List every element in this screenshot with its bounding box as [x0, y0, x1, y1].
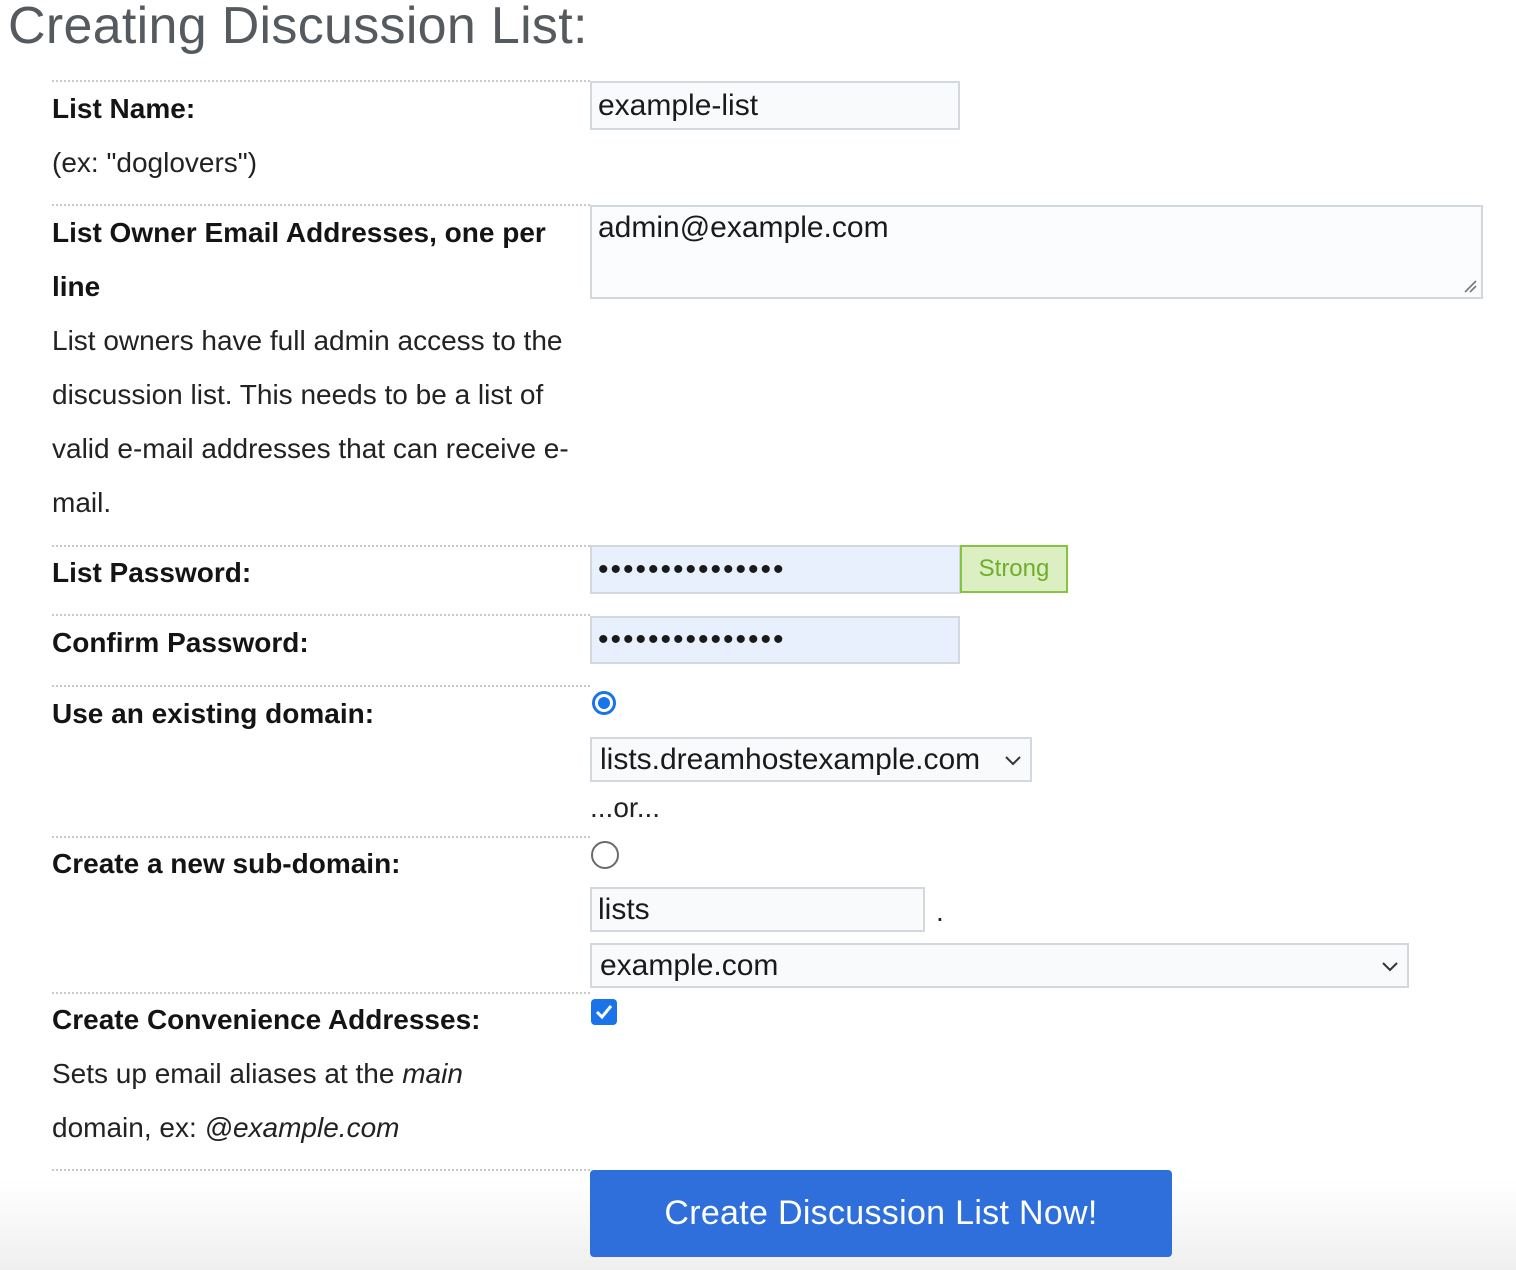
parent-domain-value: example.com [600, 948, 779, 982]
page-title: Creating Discussion List: [8, 0, 588, 55]
list-owners-textarea[interactable]: admin@example.com [590, 205, 1483, 299]
chevron-down-icon [1005, 755, 1021, 765]
new-subdomain-radio[interactable] [591, 841, 619, 869]
list-owners-label: List Owner Email Addresses, one per line [52, 217, 546, 302]
or-separator: ...or... [590, 792, 661, 823]
password-strength-badge: Strong [960, 545, 1068, 593]
confirm-password-label: Confirm Password: [52, 627, 309, 658]
list-name-help: (ex: "doglovers") [52, 147, 258, 178]
create-list-button[interactable]: Create Discussion List Now! [590, 1170, 1172, 1257]
convenience-help-em: main [402, 1058, 463, 1089]
list-owners-help: List owners have full admin access to th… [52, 325, 569, 518]
divider [52, 1169, 590, 1171]
parent-domain-select[interactable]: example.com [590, 943, 1409, 988]
list-password-input[interactable]: ••••••••••••••• [590, 545, 961, 594]
subdomain-dot: . [936, 896, 944, 927]
existing-domain-radio[interactable] [592, 691, 616, 715]
checkmark-icon [595, 1005, 613, 1020]
list-password-label: List Password: [52, 557, 252, 588]
list-name-input[interactable]: example-list [590, 81, 960, 130]
chevron-down-icon [1382, 961, 1398, 971]
resize-handle-icon[interactable] [1463, 279, 1477, 293]
list-name-label: List Name: [52, 93, 196, 124]
subdomain-input[interactable]: lists [590, 887, 925, 932]
convenience-help-line2: domain, ex: @example.com [52, 1101, 399, 1155]
convenience-help-example: @example.com [204, 1112, 400, 1143]
confirm-password-input[interactable]: ••••••••••••••• [590, 616, 960, 664]
new-subdomain-label: Create a new sub-domain: [52, 848, 401, 879]
existing-domain-label: Use an existing domain: [52, 698, 375, 729]
existing-domain-select[interactable]: lists.dreamhostexample.com [590, 737, 1032, 782]
convenience-help: Sets up email aliases at the main [52, 1047, 463, 1101]
convenience-help-text: Sets up email aliases at the [52, 1058, 403, 1089]
convenience-checkbox[interactable] [591, 999, 617, 1025]
convenience-label: Create Convenience Addresses: [52, 1004, 481, 1035]
existing-domain-value: lists.dreamhostexample.com [600, 742, 981, 776]
convenience-help-text: domain, ex: [52, 1112, 205, 1143]
list-owners-value: admin@example.com [598, 211, 889, 244]
